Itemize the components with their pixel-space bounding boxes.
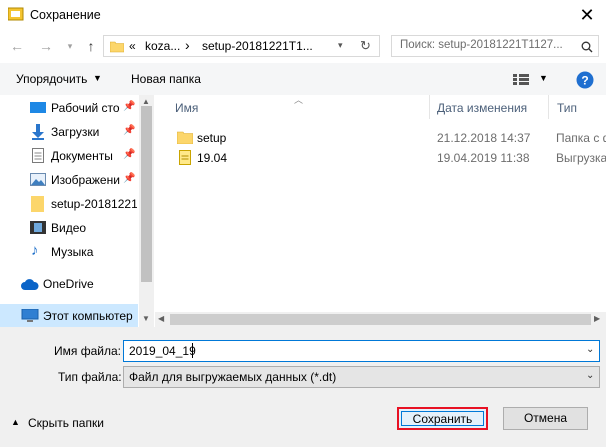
forward-arrow-icon[interactable]: →: [37, 37, 55, 55]
organize-menu[interactable]: Упорядочить: [16, 72, 87, 86]
window-title: Сохранение: [30, 8, 101, 22]
nav-label: OneDrive: [43, 277, 94, 291]
horizontal-scroll-thumb[interactable]: [170, 314, 591, 325]
save-button[interactable]: Сохранить: [397, 407, 488, 430]
nav-item-pictures[interactable]: Изображени 📌: [0, 168, 138, 192]
refresh-icon[interactable]: ↻: [360, 38, 371, 54]
onedrive-icon: [21, 279, 39, 290]
file-row[interactable]: setup 21.12.2018 14:37 Папка с ф: [172, 128, 606, 148]
nav-item-onedrive[interactable]: OneDrive: [0, 272, 138, 296]
path-overflow-chevron[interactable]: «: [129, 39, 136, 53]
chevron-up-icon[interactable]: ▲: [11, 417, 20, 427]
nav-item-music[interactable]: ♪ Музыка: [0, 240, 138, 264]
filetype-select[interactable]: Файл для выгружаемых данных (*.dt) ⌄: [123, 366, 600, 388]
sort-ascending-icon: ︿: [294, 95, 304, 105]
search-input[interactable]: Поиск: setup-20181221T1127...: [391, 35, 599, 57]
nav-item-downloads[interactable]: Загрузки 📌: [0, 120, 138, 144]
scroll-right-icon[interactable]: ▶: [594, 314, 600, 323]
save-dialog-icon: [8, 7, 24, 21]
search-placeholder: Поиск: setup-20181221T1127...: [400, 39, 563, 51]
help-icon[interactable]: ?: [576, 71, 594, 89]
filetype-value: Файл для выгружаемых данных (*.dt): [129, 370, 337, 384]
folder-icon: [177, 131, 193, 144]
filename-label: Имя файла:: [54, 344, 121, 358]
pin-icon: 📌: [123, 173, 136, 184]
organize-dropdown-icon[interactable]: ▼: [93, 73, 102, 83]
nav-item-setup-folder[interactable]: setup-201812211: [0, 192, 138, 216]
file-row[interactable]: 19.04 19.04.2019 11:38 Выгрузка: [172, 148, 606, 168]
file-type: Выгрузка: [556, 151, 606, 165]
nav-scroll-thumb[interactable]: [141, 106, 152, 282]
file-date: 21.12.2018 14:37: [437, 131, 531, 145]
text-cursor: [192, 343, 193, 358]
pin-icon: 📌: [123, 125, 136, 136]
svg-text:?: ?: [581, 74, 588, 88]
filetype-label: Тип файла:: [58, 370, 122, 384]
pin-icon: 📌: [123, 149, 136, 160]
save-label: Сохранить: [412, 412, 473, 426]
cancel-label: Отмена: [523, 411, 568, 425]
breadcrumb-setup[interactable]: setup-20181221T1...: [202, 39, 313, 53]
download-icon: [32, 124, 44, 140]
nav-label: Музыка: [51, 245, 94, 259]
nav-item-this-pc[interactable]: Этот компьютер: [0, 304, 138, 327]
file-name: setup: [197, 131, 227, 145]
column-header-name[interactable]: Имя: [175, 101, 198, 125]
breadcrumb-koza[interactable]: koza...: [145, 39, 180, 53]
address-dropdown-icon[interactable]: ▾: [338, 40, 343, 51]
view-dropdown-icon[interactable]: ▼: [539, 73, 548, 83]
cancel-button[interactable]: Отмена: [503, 407, 588, 430]
up-arrow-icon[interactable]: ↑: [82, 37, 100, 55]
computer-icon: [21, 309, 39, 322]
nav-label: setup-201812211: [51, 197, 137, 211]
hide-folders-toggle[interactable]: Скрыть папки: [28, 416, 104, 430]
filename-dropdown-icon[interactable]: ⌄: [586, 344, 594, 355]
close-button[interactable]: ✕: [572, 2, 602, 28]
pin-icon: 📌: [123, 101, 136, 112]
nav-item-desktop[interactable]: Рабочий сто 📌: [0, 96, 138, 120]
address-bar[interactable]: « koza... › setup-20181221T1... ▾ ↻: [103, 35, 380, 57]
scroll-down-icon[interactable]: ▼: [142, 314, 150, 323]
nav-item-video[interactable]: Видео: [0, 216, 138, 240]
file-date: 19.04.2019 11:38: [437, 151, 530, 165]
search-icon[interactable]: [581, 41, 593, 53]
file-type: Папка с ф: [556, 131, 606, 145]
back-arrow-icon[interactable]: ←: [8, 37, 26, 55]
column-divider[interactable]: [429, 95, 430, 119]
view-options-icon[interactable]: [513, 74, 529, 85]
video-icon: [30, 221, 46, 234]
documents-icon: [32, 148, 44, 163]
recent-dropdown-icon[interactable]: ▾: [61, 37, 79, 55]
desktop-icon: [30, 102, 46, 113]
column-header-date[interactable]: Дата изменения: [437, 101, 527, 125]
file-name: 19.04: [197, 151, 228, 165]
dt-file-icon: [179, 150, 191, 165]
filename-value: 2019_04_19: [129, 344, 196, 358]
column-header-type[interactable]: Тип: [557, 101, 577, 125]
breadcrumb-separator[interactable]: ›: [185, 37, 190, 53]
filename-input[interactable]: 2019_04_19 ⌄: [123, 340, 600, 362]
pictures-icon: [30, 173, 46, 186]
new-folder-button[interactable]: Новая папка: [131, 72, 201, 86]
column-divider[interactable]: [548, 95, 549, 119]
music-icon: ♪: [31, 242, 39, 259]
nav-label: Видео: [51, 221, 87, 235]
scroll-up-icon[interactable]: ▲: [142, 97, 150, 106]
folder-icon: [31, 196, 44, 212]
nav-label: Этот компьютер: [43, 309, 133, 323]
nav-item-documents[interactable]: Документы 📌: [0, 144, 138, 168]
folder-icon: [110, 41, 124, 53]
scroll-left-icon[interactable]: ◀: [158, 314, 164, 323]
filetype-dropdown-icon[interactable]: ⌄: [586, 370, 594, 381]
